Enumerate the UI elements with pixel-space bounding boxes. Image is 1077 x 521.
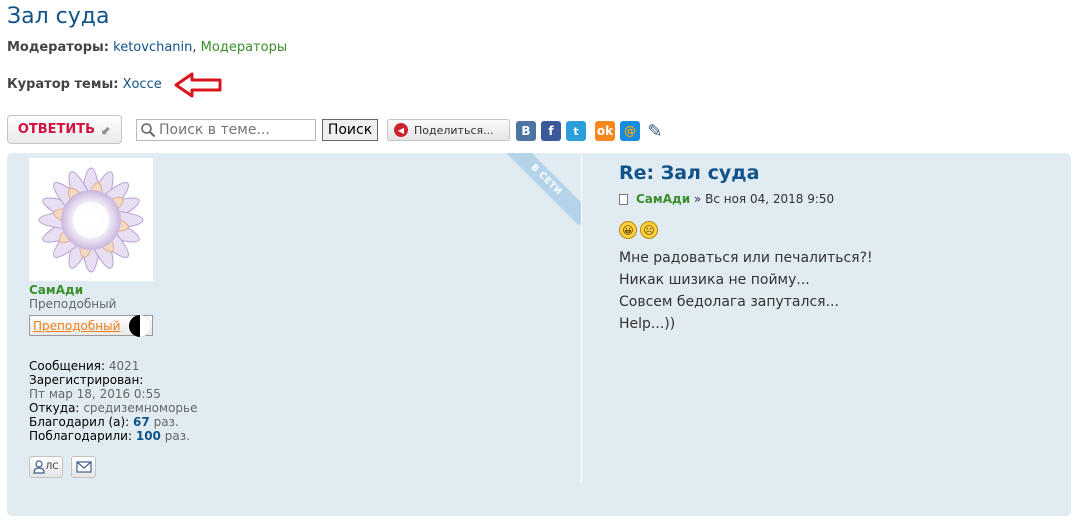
rank-image-text: Преподобный: [33, 318, 121, 333]
topic-title[interactable]: Зал суда: [7, 4, 109, 29]
profile-details: Сообщения: 4021 Зарегистрирован: Пт мар …: [29, 359, 197, 443]
avatar: [29, 158, 153, 281]
rank-image: Преподобный: [29, 314, 153, 337]
moderator-group-link[interactable]: Модераторы: [201, 40, 287, 55]
profile-rank: Преподобный: [29, 297, 117, 311]
meta-separator: »: [690, 192, 706, 206]
pm-label: ЛС: [45, 462, 59, 472]
share-label: Поделиться...: [414, 123, 494, 137]
moderators-line: Модераторы: ketovchanin, Модераторы: [7, 40, 288, 55]
vk-icon[interactable]: B: [516, 121, 536, 141]
search-field[interactable]: [136, 119, 316, 141]
curator-line: Куратор темы: Хоссе: [7, 77, 162, 92]
posts-label: Сообщения:: [29, 359, 106, 373]
posts-row: Сообщения: 4021: [29, 359, 197, 373]
thanked-row: Благодарил (а): 67 раз.: [29, 415, 197, 429]
reply-label: ОТВЕТИТЬ: [17, 122, 96, 137]
odnoklassniki-icon[interactable]: ok: [595, 121, 615, 141]
curator-name-link[interactable]: Хоссе: [123, 77, 162, 92]
thanked-suffix: раз.: [153, 415, 179, 429]
post-author-link[interactable]: СамАди: [636, 192, 690, 206]
was-thanked-suffix: раз.: [164, 429, 190, 443]
post-divider: [581, 153, 582, 483]
was-thanked-count[interactable]: 100: [136, 429, 161, 443]
posts-count[interactable]: 4021: [109, 359, 140, 373]
post-date: Вс ноя 04, 2018 9:50: [705, 192, 835, 206]
location-value: средиземноморье: [83, 401, 198, 415]
moderator-user-link[interactable]: ketovchanin: [113, 40, 192, 55]
reply-arrow-icon: ⬋: [101, 122, 112, 137]
livejournal-icon[interactable]: ✎: [645, 121, 665, 142]
facebook-icon[interactable]: f: [541, 121, 561, 141]
post-line: Никак шизика не пойму...: [619, 272, 810, 288]
post-line: Совсем бедолага запутался...: [619, 294, 839, 310]
post-body: Мне радоваться или печалиться?! Никак ши…: [619, 247, 873, 335]
registered-date: Пт мар 18, 2016 0:55: [29, 387, 161, 401]
post-line: Help...)): [619, 316, 676, 332]
email-button[interactable]: [71, 456, 96, 478]
was-thanked-row: Поблагодарили: 100 раз.: [29, 429, 197, 443]
post-title[interactable]: Re: Зал суда: [619, 162, 759, 184]
reply-button[interactable]: ОТВЕТИТЬ ⬋: [7, 115, 122, 144]
curator-label: Куратор темы:: [7, 77, 119, 92]
smilies: 😀 ☹: [619, 221, 658, 239]
yin-yang-icon: [129, 314, 151, 337]
share-button[interactable]: ◀ Поделиться...: [387, 119, 510, 141]
red-arrow-icon: [174, 72, 222, 98]
search-button[interactable]: Поиск: [322, 119, 378, 141]
lotus-avatar-image: [38, 167, 144, 272]
location-label: Откуда:: [29, 401, 80, 415]
profile-author-link[interactable]: СамАди: [29, 283, 83, 297]
post-meta: СамАди » Вс ноя 04, 2018 9:50: [619, 192, 834, 206]
share-icon: ◀: [394, 123, 408, 137]
moderators-label: Модераторы:: [7, 40, 109, 55]
laugh-smiley-icon: 😀: [619, 221, 637, 239]
user-icon: [33, 460, 46, 474]
post-link-icon[interactable]: [619, 193, 628, 205]
search-input[interactable]: [159, 122, 309, 138]
post-line: Мне радоваться или печалиться?!: [619, 250, 873, 266]
envelope-icon: [75, 461, 92, 473]
thanked-label: Благодарил (а):: [29, 415, 130, 429]
online-ribbon: В СЕТИ: [507, 153, 581, 227]
mailru-icon[interactable]: @: [620, 121, 640, 141]
location-row: Откуда: средиземноморье: [29, 401, 197, 415]
search-icon: [141, 123, 156, 138]
private-message-button[interactable]: ЛС: [29, 456, 63, 478]
online-badge: В СЕТИ: [507, 153, 581, 226]
thanked-count[interactable]: 67: [133, 415, 150, 429]
sad-smiley-icon: ☹: [640, 221, 658, 239]
registered-label: Зарегистрирован:: [29, 373, 144, 387]
was-thanked-label: Поблагодарили:: [29, 429, 133, 443]
twitter-icon[interactable]: t: [566, 121, 586, 141]
